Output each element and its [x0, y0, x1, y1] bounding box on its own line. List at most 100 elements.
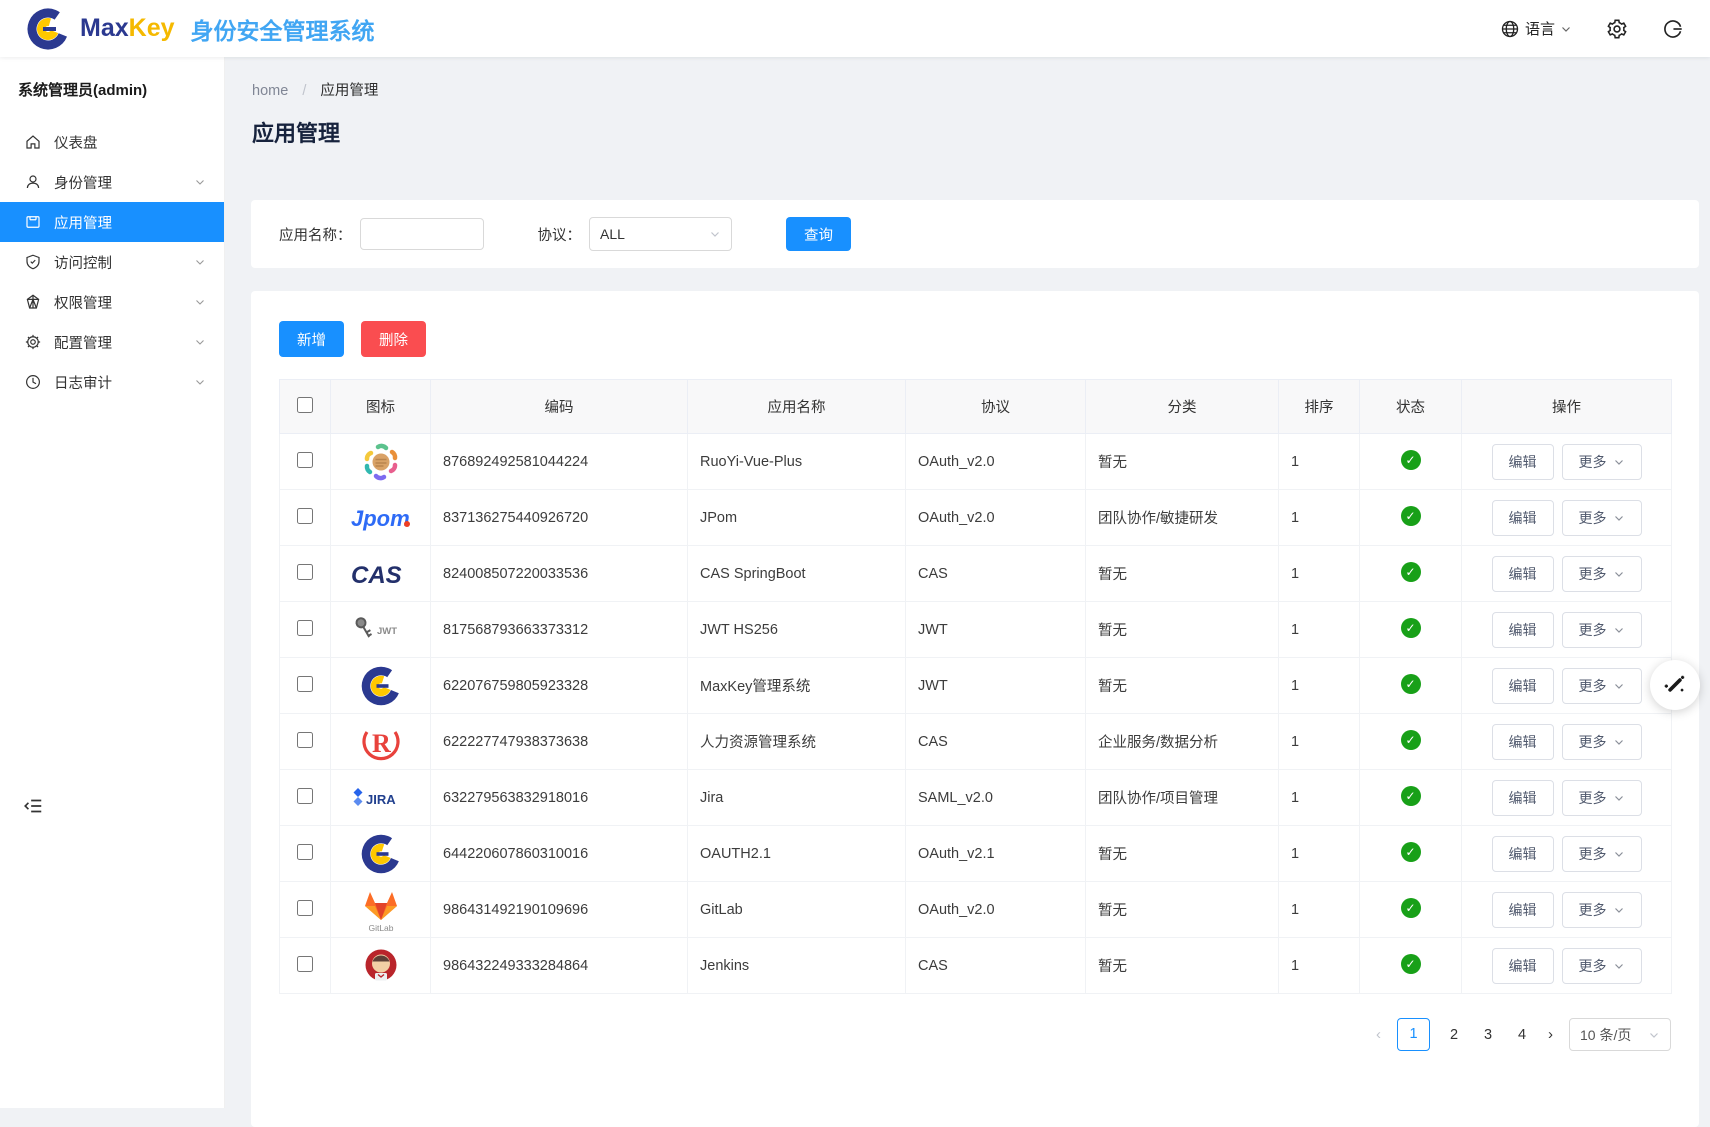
- chevron-down-icon: [1613, 456, 1625, 468]
- sidebar-item-config[interactable]: 配置管理: [0, 322, 224, 362]
- edit-button[interactable]: 编辑: [1492, 948, 1554, 984]
- audit-icon: [24, 373, 42, 391]
- sidebar-item-label: 访问控制: [54, 252, 182, 273]
- sidebar-item-audit[interactable]: 日志审计: [0, 362, 224, 402]
- chevron-down-icon: [1613, 680, 1625, 692]
- row-checkbox[interactable]: [297, 620, 313, 636]
- table-row: CAS 824008507220033536 CAS SpringBoot CA…: [280, 546, 1672, 602]
- page-size-select[interactable]: 10 条/页: [1569, 1018, 1671, 1051]
- app-name: GitLab: [688, 882, 906, 938]
- more-button[interactable]: 更多: [1562, 948, 1642, 984]
- current-user-label: 系统管理员(admin): [0, 57, 224, 116]
- chevron-down-icon: [194, 176, 206, 188]
- status-enabled-icon: [1401, 674, 1421, 694]
- row-checkbox[interactable]: [297, 788, 313, 804]
- edit-button[interactable]: 编辑: [1492, 444, 1554, 480]
- table-row: JWT 817568793663373312 JWT HS256 JWT 暂无 …: [280, 602, 1672, 658]
- chevron-down-icon: [1613, 624, 1625, 636]
- more-button[interactable]: 更多: [1562, 836, 1642, 872]
- chevron-down-icon: [1613, 736, 1625, 748]
- page-4[interactable]: 4: [1512, 1027, 1532, 1043]
- breadcrumb: home / 应用管理: [225, 57, 1710, 100]
- more-button-label: 更多: [1579, 732, 1607, 752]
- row-actions-cell: 编辑 更多: [1462, 546, 1672, 602]
- app-sort: 1: [1279, 882, 1360, 938]
- more-button-label: 更多: [1579, 956, 1607, 976]
- more-button-label: 更多: [1579, 452, 1607, 472]
- app-category: 暂无: [1086, 658, 1279, 714]
- page-2[interactable]: 2: [1444, 1027, 1464, 1043]
- svg-text:GitLab: GitLab: [368, 923, 393, 933]
- more-button[interactable]: 更多: [1562, 500, 1642, 536]
- row-actions-cell: 编辑 更多: [1462, 826, 1672, 882]
- more-button[interactable]: 更多: [1562, 724, 1642, 760]
- edit-button[interactable]: 编辑: [1492, 556, 1554, 592]
- app-name: RuoYi-Vue-Plus: [688, 434, 906, 490]
- prev-page-icon[interactable]: ‹: [1374, 1026, 1383, 1043]
- page-size-value: 10 条/页: [1580, 1025, 1631, 1045]
- edit-button[interactable]: 编辑: [1492, 836, 1554, 872]
- page-3[interactable]: 3: [1478, 1027, 1498, 1043]
- row-checkbox[interactable]: [297, 452, 313, 468]
- language-menu[interactable]: 语言: [1500, 18, 1572, 39]
- more-button[interactable]: 更多: [1562, 892, 1642, 928]
- more-button[interactable]: 更多: [1562, 668, 1642, 704]
- app-status-cell: [1360, 882, 1462, 938]
- config-icon: [24, 333, 42, 351]
- chevron-down-icon: [194, 256, 206, 268]
- chevron-down-icon: [1613, 960, 1625, 972]
- row-checkbox[interactable]: [297, 900, 313, 916]
- next-page-icon[interactable]: ›: [1546, 1026, 1555, 1043]
- header-actions: 语言: [1500, 18, 1684, 40]
- row-checkbox[interactable]: [297, 564, 313, 580]
- maxkey-logo-icon: [26, 7, 70, 51]
- page-1[interactable]: 1: [1397, 1018, 1430, 1051]
- sidebar-item-access[interactable]: 访问控制: [0, 242, 224, 282]
- app-protocol: OAuth_v2.0: [906, 490, 1086, 546]
- sidebar-menu: 仪表盘 身份管理 应用管理 访问控制 权限管理 配置管理 日志审计: [0, 116, 224, 402]
- app-protocol: OAuth_v2.0: [906, 882, 1086, 938]
- edit-button[interactable]: 编辑: [1492, 500, 1554, 536]
- row-checkbox[interactable]: [297, 844, 313, 860]
- app-name-input[interactable]: [360, 218, 484, 250]
- theme-wand-button[interactable]: [1650, 660, 1700, 710]
- more-button[interactable]: 更多: [1562, 444, 1642, 480]
- table-row: Jpom 837136275440926720 JPom OAuth_v2.0 …: [280, 490, 1672, 546]
- search-button[interactable]: 查询: [786, 217, 851, 251]
- edit-button[interactable]: 编辑: [1492, 612, 1554, 648]
- app-protocol: CAS: [906, 714, 1086, 770]
- breadcrumb-home[interactable]: home: [252, 83, 288, 99]
- app-category: 暂无: [1086, 602, 1279, 658]
- more-button-label: 更多: [1579, 900, 1607, 920]
- row-checkbox[interactable]: [297, 508, 313, 524]
- edit-button[interactable]: 编辑: [1492, 724, 1554, 760]
- logout-icon[interactable]: [1662, 18, 1684, 40]
- delete-button[interactable]: 删除: [361, 321, 426, 357]
- collapse-sidebar-icon[interactable]: [22, 795, 44, 817]
- row-checkbox[interactable]: [297, 956, 313, 972]
- sidebar-item-apps[interactable]: 应用管理: [0, 202, 224, 242]
- more-button[interactable]: 更多: [1562, 556, 1642, 592]
- app-category: 暂无: [1086, 434, 1279, 490]
- sidebar-item-permission[interactable]: 权限管理: [0, 282, 224, 322]
- app-code: 632279563832918016: [431, 770, 688, 826]
- edit-button[interactable]: 编辑: [1492, 780, 1554, 816]
- settings-icon[interactable]: [1606, 18, 1628, 40]
- sidebar-item-dashboard[interactable]: 仪表盘: [0, 122, 224, 162]
- more-button[interactable]: 更多: [1562, 780, 1642, 816]
- app-category: 暂无: [1086, 938, 1279, 994]
- protocol-select[interactable]: ALL: [589, 217, 732, 251]
- maxkey-app-icon: [331, 826, 430, 881]
- top-header: MaxKey 身份安全管理系统 语言: [0, 0, 1710, 57]
- more-button[interactable]: 更多: [1562, 612, 1642, 648]
- row-checkbox[interactable]: [297, 732, 313, 748]
- app-status-cell: [1360, 938, 1462, 994]
- edit-button[interactable]: 编辑: [1492, 668, 1554, 704]
- row-icon-cell: [331, 658, 431, 714]
- sidebar-item-identity[interactable]: 身份管理: [0, 162, 224, 202]
- add-button[interactable]: 新增: [279, 321, 344, 357]
- select-all-checkbox[interactable]: [297, 397, 313, 413]
- app-sort: 1: [1279, 938, 1360, 994]
- edit-button[interactable]: 编辑: [1492, 892, 1554, 928]
- row-checkbox[interactable]: [297, 676, 313, 692]
